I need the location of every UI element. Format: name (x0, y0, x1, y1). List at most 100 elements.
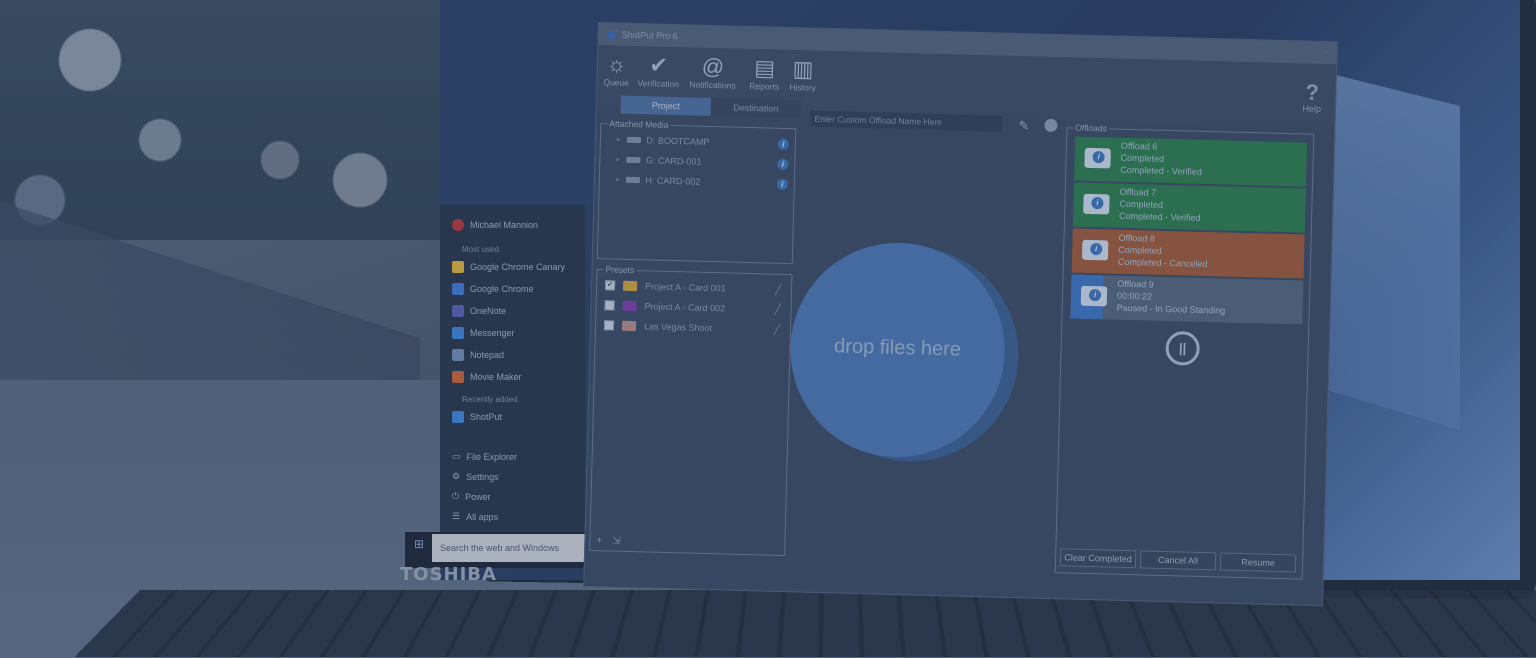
clear-completed-button[interactable]: Clear Completed (1059, 548, 1137, 569)
card-icon (625, 176, 640, 184)
close-button[interactable]: ✕ (1321, 45, 1331, 58)
toolbar-notifications-button[interactable]: @ Notifications (689, 53, 736, 91)
chrome-canary-icon (452, 261, 464, 273)
start-menu-settings[interactable]: ⚙ Settings (452, 471, 577, 482)
at-sign-icon: @ (701, 53, 725, 80)
windows-start-icon[interactable]: ⊞ (414, 537, 424, 551)
tab-project[interactable]: Project (620, 95, 712, 116)
offload-card[interactable]: Offload 9 00:00:22 Paused - In Good Stan… (1070, 274, 1304, 325)
all-apps-icon: ☰ (452, 511, 461, 521)
sun-gear-icon: ☼ (606, 51, 628, 77)
offload-card[interactable]: Offload 8 Completed Completed - Canceled (1071, 228, 1305, 279)
chrome-icon (452, 283, 464, 295)
report-icon: ▤ (754, 55, 776, 81)
background-photo: Michael Mannion Most used Google Chrome … (0, 0, 1536, 658)
edit-icon[interactable]: ╱ (774, 304, 780, 315)
cancel-all-button[interactable]: Cancel All (1139, 550, 1217, 571)
project-destination-tabs: Project Destination (620, 95, 802, 119)
expand-arrow-icon[interactable]: ▸ (617, 136, 621, 144)
notepad-icon (452, 349, 464, 361)
offload-card[interactable]: Offload 6 Completed Completed - Verified (1074, 136, 1308, 187)
settings-icon[interactable] (1044, 118, 1058, 133)
pause-circle-icon[interactable]: || (1165, 330, 1201, 366)
offloads-panel: Offloads Offload 6 Completed Completed -… (1054, 122, 1315, 580)
offload-info-icon[interactable] (1084, 147, 1111, 169)
import-preset-button[interactable]: ⇲ (612, 536, 621, 547)
start-menu-power[interactable]: ⏻ Power (452, 491, 577, 502)
start-menu-user-name: Michael Mannion (470, 220, 539, 230)
foliage-backdrop (0, 0, 470, 250)
onenote-icon (452, 305, 464, 317)
offload-info-icon[interactable] (1083, 193, 1110, 215)
preset-checkbox[interactable] (604, 300, 615, 311)
user-avatar (452, 219, 464, 231)
offload-card[interactable]: Offload 7 Completed Completed - Verified (1072, 182, 1306, 233)
start-menu-item[interactable]: Google Chrome Canary (452, 261, 577, 273)
checkmark-icon: ✔ (649, 52, 669, 78)
toolbar-reports-button[interactable]: ▤ Reports (749, 55, 780, 92)
preset-item[interactable]: Las Vegas Shoot ╱ (603, 320, 782, 335)
start-menu-item[interactable]: OneNote (452, 305, 577, 317)
shotput-icon (452, 411, 464, 423)
attached-media-panel: Attached Media ▸ D: BOOTCAMP i ▸ G: CARD… (596, 118, 797, 265)
toolbar-history-button[interactable]: ▥ History (789, 56, 816, 93)
expand-arrow-icon[interactable]: ▸ (616, 156, 620, 164)
laptop-brand-logo: TOSHIBA (400, 564, 497, 585)
drive-icon (626, 136, 641, 144)
start-menu-recent-item[interactable]: ShotPut (452, 411, 577, 423)
edit-icon[interactable]: ╱ (774, 324, 780, 335)
folder-outline-icon: ▭ (452, 451, 461, 461)
preset-item[interactable]: ✔ Project A - Card 001 ╱ (604, 280, 783, 295)
drop-files-label: drop files here (833, 335, 962, 361)
question-mark-icon: ? (1305, 79, 1320, 105)
clipboard-icon: ▥ (792, 56, 814, 82)
start-menu-user[interactable]: Michael Mannion (452, 219, 577, 231)
messenger-icon (452, 327, 464, 339)
media-item[interactable]: ▸ H: CARD-002 i (616, 175, 788, 190)
resume-button[interactable]: Resume (1219, 552, 1297, 573)
start-menu-all-apps[interactable]: ☰ All apps (452, 511, 577, 522)
pencil-icon[interactable]: ✎ (1018, 118, 1029, 134)
folder-icon (622, 300, 637, 312)
card-icon (625, 156, 640, 164)
preset-checkbox[interactable] (603, 320, 615, 331)
start-menu-item[interactable]: Messenger (452, 327, 577, 339)
start-menu-file-explorer[interactable]: ▭ File Explorer (452, 451, 577, 462)
edit-icon[interactable]: ╱ (775, 284, 781, 295)
folder-icon (621, 320, 637, 332)
folder-icon (622, 280, 638, 292)
preset-item[interactable]: Project A - Card 002 ╱ (604, 300, 782, 315)
expand-arrow-icon[interactable]: ▸ (616, 176, 620, 184)
attached-media-legend: Attached Media (607, 118, 671, 130)
offloads-legend: Offloads (1073, 122, 1110, 134)
media-item[interactable]: ▸ D: BOOTCAMP i (617, 135, 790, 150)
info-icon[interactable]: i (777, 138, 790, 150)
help-button[interactable]: ? Help (1302, 79, 1321, 114)
minimize-button[interactable]: – (1269, 44, 1275, 57)
start-menu-item[interactable]: Movie Maker (452, 371, 577, 383)
start-menu-item[interactable]: Google Chrome (452, 283, 577, 295)
info-icon[interactable]: i (776, 178, 788, 190)
presets-legend: Presets (603, 264, 637, 276)
tab-destination[interactable]: Destination (710, 97, 802, 119)
offload-info-icon[interactable] (1081, 239, 1109, 261)
app-logo-icon (606, 29, 616, 39)
drop-files-zone[interactable]: drop files here (787, 240, 1008, 460)
start-menu: Michael Mannion Most used Google Chrome … (440, 205, 585, 550)
movie-maker-icon (452, 371, 464, 383)
power-icon: ⏻ (452, 491, 460, 501)
add-preset-button[interactable]: + (596, 535, 602, 546)
offload-info-icon[interactable] (1080, 285, 1108, 307)
start-menu-item[interactable]: Notepad (452, 349, 577, 361)
toolbar-queue-button[interactable]: ☼ Queue (603, 51, 629, 88)
info-icon[interactable]: i (777, 158, 789, 170)
toolbar-verification-button[interactable]: ✔ Verification (637, 52, 680, 89)
shotput-window: ShotPut Pro 6 – ☐ ✕ ☼ Queue ✔ Verificati… (583, 22, 1338, 607)
start-menu-section-most-used: Most used (462, 245, 499, 254)
maximize-button[interactable]: ☐ (1293, 44, 1303, 57)
preset-checkbox[interactable]: ✔ (604, 280, 616, 291)
start-menu-section-recent: Recently added (462, 395, 518, 404)
window-title: ShotPut Pro 6 (621, 29, 678, 42)
settings-gear-icon: ⚙ (452, 471, 461, 481)
media-item[interactable]: ▸ G: CARD-001 i (616, 155, 789, 170)
